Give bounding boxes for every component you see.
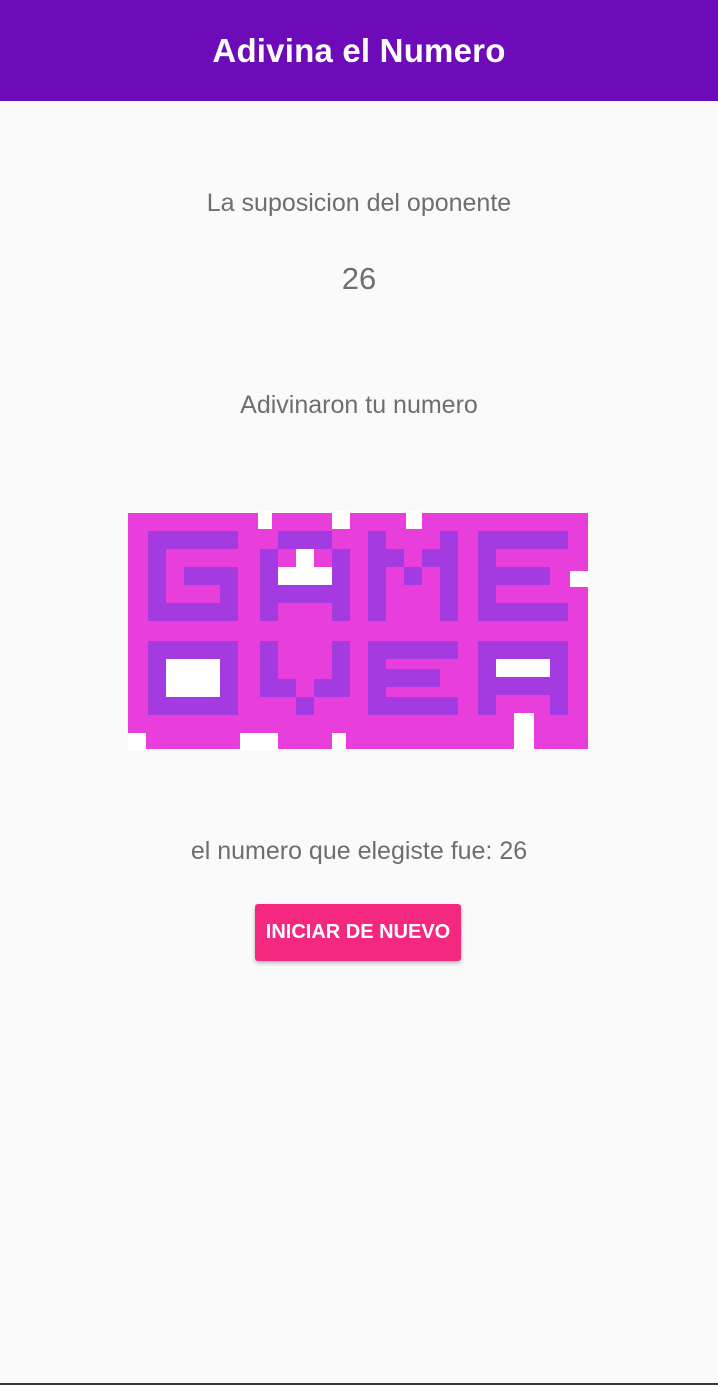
app-title: Adivina el Numero — [212, 31, 506, 69]
app-bar: Adivina el Numero — [0, 0, 718, 101]
chosen-number-label: el numero que elegiste fue: — [190, 837, 500, 865]
game-over-screen: La suposicion del oponente 26 Adivinaron… — [0, 101, 718, 1383]
game-over-pixel-art-icon — [128, 511, 588, 751]
opponent-guess-value: 26 — [341, 261, 377, 296]
opponent-guess-label: La suposicion del oponente — [206, 189, 512, 217]
chosen-number-value: 26 — [499, 837, 528, 865]
chosen-number-text: el numero que elegiste fue: 26 — [0, 837, 718, 866]
restart-button[interactable]: INICIAR DE NUEVO — [255, 904, 461, 961]
result-message: Adivinaron tu numero — [240, 391, 478, 419]
